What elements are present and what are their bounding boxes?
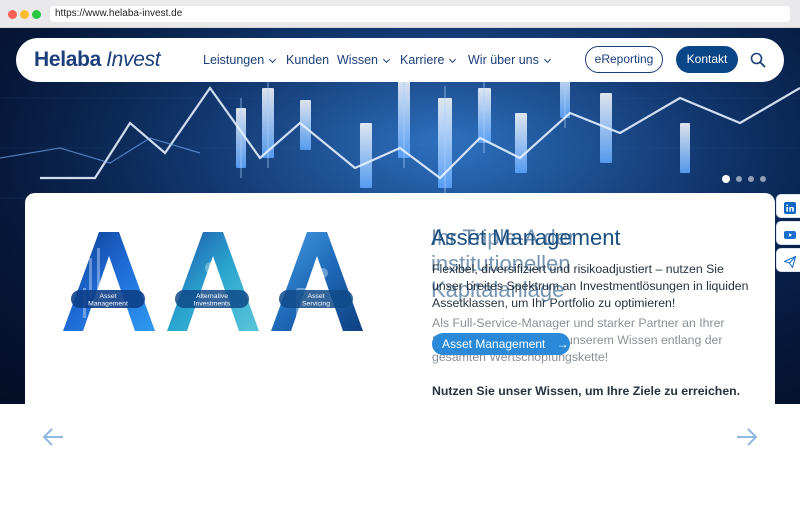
arrow-left-icon[interactable] — [42, 428, 64, 446]
nav-item-label: Wir über uns — [468, 53, 539, 67]
logo-text-italic: Invest — [106, 48, 161, 71]
cta-label: Asset Management — [442, 337, 546, 351]
content-card: Asset Management Alternative Investments… — [25, 193, 775, 404]
caption-1-line2: Management — [88, 301, 128, 308]
caption-1-line1: Asset — [100, 293, 117, 300]
newsletter-button[interactable] — [776, 248, 800, 272]
nav-item-karriere[interactable]: Karriere — [400, 38, 457, 82]
nav-item-label: Karriere — [400, 53, 445, 67]
minimize-window-button[interactable] — [20, 10, 29, 19]
chevron-down-icon — [269, 55, 277, 64]
nav-item-leistungen[interactable]: Leistungen — [203, 38, 277, 82]
youtube-button[interactable] — [776, 221, 800, 245]
browser-chrome: https://www.helaba-invest.de — [0, 0, 800, 28]
arrow-right-icon: → — [556, 337, 569, 351]
caption-3-line1: Asset — [308, 293, 325, 300]
search-icon[interactable] — [750, 52, 766, 68]
linkedin-button[interactable] — [776, 194, 800, 218]
caption-2-line2: Investments — [194, 301, 231, 308]
caption-3-line2: Servicing — [302, 301, 330, 308]
slider-dot-4[interactable] — [760, 176, 766, 182]
nav-item-kunden[interactable]: Kunden — [286, 38, 329, 82]
ereporting-button[interactable]: eReporting — [585, 46, 663, 73]
nav-item-wissen[interactable]: Wissen — [337, 38, 391, 82]
asset-management-button[interactable]: Asset Management → — [432, 333, 570, 355]
chevron-down-icon — [543, 55, 551, 64]
slider-dot-2[interactable] — [736, 176, 742, 182]
slider-dot-3[interactable] — [748, 176, 754, 182]
arrow-right-icon[interactable] — [736, 428, 758, 446]
slide-tagline: Nutzen Sie unser Wissen, um Ihre Ziele z… — [432, 384, 741, 398]
youtube-icon — [784, 228, 796, 240]
chevron-down-icon — [382, 55, 391, 64]
kontakt-button[interactable]: Kontakt — [676, 46, 738, 73]
caption-2-line1: Alternative — [196, 293, 228, 300]
main-navigation: Helaba Invest Leistungen Kunden Wissen Ka… — [16, 38, 784, 82]
slide-paragraph: Flexibel, diversifiziert und risikoadjus… — [432, 262, 749, 310]
triple-a-logo: Asset Management Alternative Investments… — [63, 232, 363, 331]
linkedin-icon — [784, 201, 796, 214]
newsletter-icon — [783, 255, 797, 269]
nav-item-label: Leistungen — [203, 53, 265, 67]
slider-dot-1[interactable] — [722, 175, 730, 183]
chevron-down-icon — [449, 55, 457, 64]
slide-title: Asset Management — [431, 225, 621, 250]
close-window-button[interactable] — [8, 10, 17, 19]
helaba-invest-logo[interactable]: Helaba Invest — [34, 48, 161, 72]
logo-text-bold: Helaba — [34, 48, 102, 71]
maximize-window-button[interactable] — [32, 10, 41, 19]
nav-item-wir-ueber-uns[interactable]: Wir über uns — [468, 38, 551, 82]
address-bar[interactable]: https://www.helaba-invest.de — [50, 6, 790, 22]
nav-item-label: Wissen — [337, 53, 378, 67]
nav-item-label: Kunden — [286, 53, 330, 67]
